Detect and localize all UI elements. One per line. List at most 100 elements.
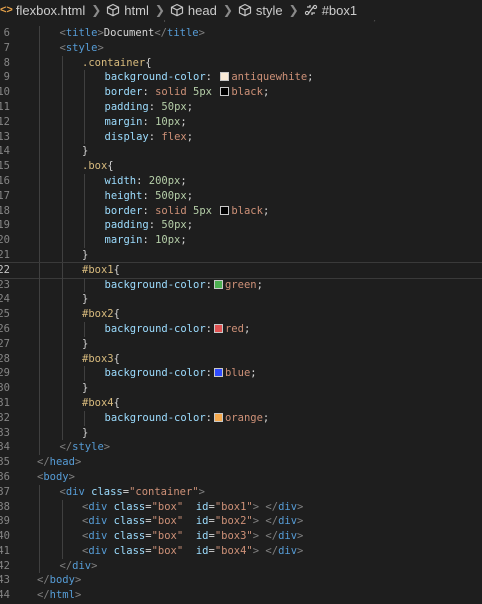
code-line[interactable]: 37 <div class="container">	[0, 484, 482, 500]
code-line[interactable]: 42 </div>	[0, 558, 482, 574]
code-line[interactable]: 44 </html>	[0, 588, 482, 603]
code-line[interactable]: 23 background-color: green;	[0, 277, 482, 293]
code-editor[interactable]: 6 <title>Document</title> 7 <style> 8 .contai…	[0, 26, 482, 603]
color-swatch-icon[interactable]	[213, 368, 223, 378]
line-number: 43	[0, 574, 10, 587]
indent-guide	[61, 277, 63, 293]
code-text: <div class="container">	[60, 485, 205, 500]
code-token: :	[142, 204, 156, 217]
code-line[interactable]: 8 .container{	[0, 55, 482, 71]
line-number: 12	[0, 115, 10, 128]
line-number: 41	[0, 544, 10, 557]
indent-guide	[39, 55, 40, 71]
chevron-right-icon: ❯	[288, 3, 299, 17]
code-token: style	[65, 41, 98, 54]
code-line[interactable]: 14}	[0, 144, 482, 160]
code-text: .box{	[82, 159, 114, 174]
code-token: div	[65, 485, 85, 498]
breadcrumb-item-file[interactable]: <> flexbox.html	[0, 3, 85, 18]
indent-guide	[84, 277, 85, 293]
indent-guide	[39, 529, 40, 544]
code-line[interactable]: 15 .box{	[0, 159, 482, 174]
line-number: 25	[0, 308, 10, 321]
code-line[interactable]: 27}	[0, 336, 482, 352]
code-line[interactable]: 29 background-color: blue;	[0, 366, 482, 382]
indent-guide	[84, 70, 85, 86]
code-token: >	[297, 530, 304, 543]
indent-guide	[39, 233, 40, 248]
code-line[interactable]: 40 <div class="box" id="box3"> </div>	[0, 529, 482, 544]
code-line[interactable]: 38 <div class="box" id="box1"> </div>	[0, 499, 482, 515]
code-line[interactable]: 7 <style>	[0, 40, 482, 56]
code-token: ;	[186, 219, 194, 232]
code-line[interactable]: 21}	[0, 247, 482, 263]
code-line[interactable]: 25 #box2{	[0, 307, 482, 322]
code-line[interactable]: 16 width: 200px;	[0, 173, 482, 189]
color-swatch-icon[interactable]	[213, 323, 223, 333]
code-line[interactable]: 12 margin: 10px;	[0, 114, 482, 130]
indent-guide	[39, 173, 40, 189]
chevron-right-icon: ❯	[222, 3, 233, 17]
indent-guide	[39, 514, 40, 530]
indent-guide	[61, 395, 63, 411]
code-line[interactable]: 26 background-color: red;	[0, 321, 482, 337]
line-number: 22	[0, 263, 10, 276]
color-swatch-icon[interactable]	[220, 205, 230, 215]
code-line[interactable]: 39 <div class="box" id="box2"> </div>	[0, 514, 482, 530]
code-line[interactable]: 11 padding: 50px;	[0, 99, 482, 115]
indent-guide	[39, 85, 40, 100]
code-text: background-color: green;	[105, 278, 263, 293]
code-line[interactable]: 22 #box1{	[0, 261, 482, 279]
line-number: 10	[0, 86, 10, 99]
code-line[interactable]: 34 </style>	[0, 440, 482, 456]
code-token: background-color	[104, 278, 206, 291]
code-line[interactable]: 31 #box4{	[0, 395, 482, 411]
indent-guide	[61, 70, 63, 86]
code-line[interactable]: 18 border: solid 5px black;	[0, 203, 482, 219]
code-token: }	[82, 293, 89, 306]
code-line[interactable]: 24}	[0, 292, 482, 308]
code-line[interactable]: 33}	[0, 425, 482, 441]
indent-guide	[39, 351, 40, 367]
indent-guide	[61, 336, 63, 352]
code-line[interactable]: 36 <body>	[0, 470, 482, 485]
code-line[interactable]: 19 padding: 50px;	[0, 218, 482, 234]
code-line[interactable]: 13 display: flex;	[0, 129, 482, 145]
color-swatch-icon[interactable]	[213, 412, 223, 422]
breadcrumb-item-head[interactable]: head	[170, 3, 217, 18]
code-token: {	[113, 308, 120, 321]
breadcrumb-label: flexbox.html	[15, 2, 86, 18]
code-token: body	[49, 574, 75, 587]
code-line[interactable]: 30}	[0, 381, 482, 396]
code-line[interactable]: 43 </body>	[0, 573, 482, 588]
code-line[interactable]: 32 background-color: orange;	[0, 410, 482, 426]
code-line[interactable]: 9 background-color: antiquewhite;	[0, 70, 482, 86]
breadcrumb-item-selector[interactable]: #box1	[304, 3, 357, 18]
code-token: div	[88, 544, 108, 557]
code-token: :	[142, 234, 156, 247]
code-line[interactable]: 20 margin: 10px;	[0, 233, 482, 248]
code-line[interactable]: 28 #box3{	[0, 351, 482, 367]
color-swatch-icon[interactable]	[220, 87, 230, 97]
code-token: html	[49, 589, 75, 602]
code-line[interactable]: 35 </head>	[0, 455, 482, 470]
line-number: 16	[0, 174, 10, 187]
line-number: 14	[0, 145, 10, 158]
code-token: </	[154, 27, 167, 39]
code-line[interactable]: 6 <title>Document</title>	[0, 26, 482, 41]
code-token: </	[265, 530, 279, 543]
code-line[interactable]: 10 border: solid 5px black;	[0, 85, 482, 100]
color-swatch-icon[interactable]	[220, 72, 230, 82]
code-token: :	[142, 86, 156, 99]
color-swatch-icon[interactable]	[213, 279, 223, 289]
code-token: :	[205, 367, 212, 380]
breadcrumb-item-html[interactable]: html	[106, 3, 149, 18]
indent-guide	[84, 114, 85, 130]
breadcrumb-item-style[interactable]: style	[238, 3, 283, 18]
code-token: 10px	[155, 115, 181, 128]
code-line[interactable]: 17 height: 500px;	[0, 188, 482, 204]
code-token: margin	[104, 115, 143, 128]
code-line[interactable]: 41 <div class="box" id="box4"> </div>	[0, 543, 482, 559]
code-token: 50px	[161, 100, 187, 113]
